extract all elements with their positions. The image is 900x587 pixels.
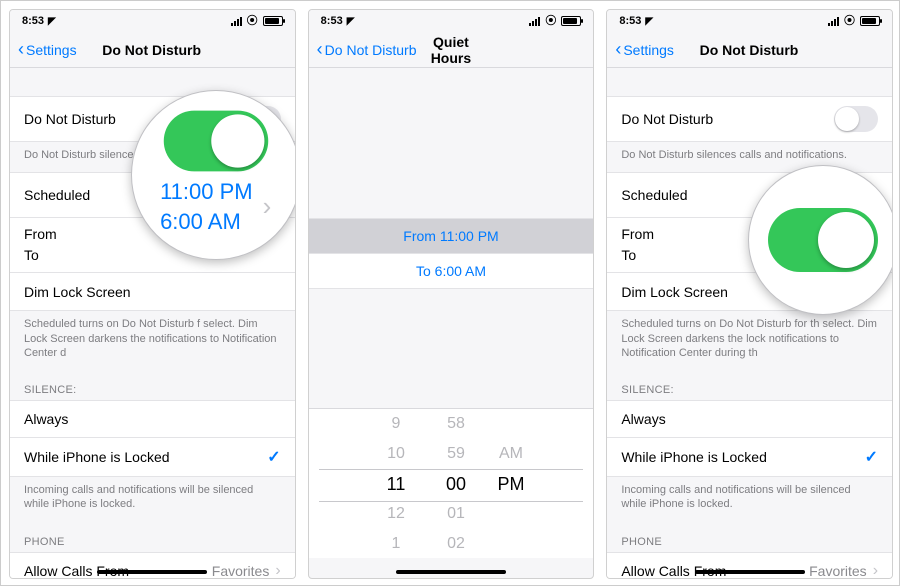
chevron-left-icon: ‹ [317,40,323,58]
allow-calls-value: Favorites [212,563,270,578]
from-time-label: From 11:00 PM [403,228,498,244]
wifi-icon: ⦿ [844,16,855,27]
dim-label: Dim Lock Screen [24,284,131,300]
silence-while-locked-row[interactable]: While iPhone is Locked ✓ [607,438,892,477]
while-locked-label: While iPhone is Locked [24,449,170,465]
magnified-scheduled-toggle [163,111,268,172]
silence-always-row[interactable]: Always [10,400,295,438]
dnd-label: Do Not Disturb [24,111,116,127]
cell-signal-icon [231,16,242,26]
page-title: Do Not Disturb [674,42,884,58]
to-label: To [621,245,636,266]
checkmark-icon: ✓ [865,447,878,467]
picker-ampm-column[interactable]: AM PM [486,408,536,558]
back-button[interactable]: ‹ Do Not Disturb [317,41,417,59]
location-icon: ◤ [48,16,56,27]
to-label: To [24,245,39,266]
dnd-toggle[interactable] [834,106,878,132]
page-title: Quiet Hours [416,34,585,66]
nav-bar: ‹ Settings Do Not Disturb [607,32,892,68]
to-time-row[interactable]: To 6:00 AM [309,254,594,289]
battery-icon [561,16,581,26]
dim-lock-screen-row[interactable]: Dim Lock Screen [10,273,295,311]
scheduled-label: Scheduled [24,187,90,203]
picker-hour-column[interactable]: 8 9 10 11 12 1 2 [366,408,426,558]
back-button[interactable]: ‹ Settings [18,41,77,59]
chevron-left-icon: ‹ [615,40,621,58]
magnified-times: 11:00 PM 6:00 AM › [160,177,271,236]
allow-calls-value: Favorites [809,563,867,578]
settings-list[interactable]: Do Not Disturb Do Not Disturb silences c… [607,68,892,578]
cell-signal-icon [529,16,540,26]
location-icon: ◤ [347,16,355,27]
back-button[interactable]: ‹ Settings [615,41,674,59]
status-bar: 8:53 ◤ ⦿ [607,10,892,32]
cell-signal-icon [828,16,839,26]
screen-quiet-hours: 8:53 ◤ ⦿ ‹ Do Not Disturb Quiet Hours Fr… [308,9,595,579]
chevron-right-icon: › [873,562,878,578]
dim-label: Dim Lock Screen [621,284,728,300]
nav-bar: ‹ Do Not Disturb Quiet Hours [309,32,594,68]
wifi-icon: ⦿ [247,16,258,27]
checkmark-icon: ✓ [267,447,280,467]
status-bar: 8:53 ◤ ⦿ [309,10,594,32]
always-label: Always [621,411,665,427]
dnd-footer: Do Not Disturb silences calls and notifi… [607,142,892,172]
chevron-right-icon: › [263,189,272,224]
magnified-to-time: 6:00 AM [160,207,253,237]
nav-bar: ‹ Settings Do Not Disturb [10,32,295,68]
magnifier-callout [748,165,893,315]
allow-calls-from-row[interactable]: Allow Calls From Favorites › [607,552,892,578]
wifi-icon: ⦿ [545,16,556,27]
home-indicator[interactable] [396,570,506,574]
scheduled-label: Scheduled [621,187,687,203]
home-indicator[interactable] [695,570,805,574]
magnified-from-time: 11:00 PM [160,177,253,207]
back-label: Settings [26,42,77,58]
chevron-right-icon: › [275,562,280,578]
phone-header: PHONE [10,522,295,552]
magnified-dim-toggle [768,208,878,272]
from-label: From [24,224,57,245]
dnd-label: Do Not Disturb [621,111,713,127]
dim-footer: Scheduled turns on Do Not Disturb f sele… [10,311,295,370]
screen-dnd-settings-1: 8:53 ◤ ⦿ ‹ Settings Do Not Disturb Do No… [9,9,296,579]
phone-header: PHONE [607,522,892,552]
silence-footer: Incoming calls and notifications will be… [607,477,892,522]
allow-calls-from-row[interactable]: Allow Calls From Favorites › [10,552,295,578]
location-icon: ◤ [645,16,653,27]
to-time-label: To 6:00 AM [416,263,486,279]
picker-minute-column[interactable]: 57 58 59 00 01 02 03 [426,408,486,558]
home-indicator[interactable] [97,570,207,574]
time-picker[interactable]: 8 9 10 11 12 1 2 57 58 59 00 01 02 03 AM… [309,408,594,558]
battery-icon [860,16,880,26]
silence-footer: Incoming calls and notifications will be… [10,477,295,522]
silence-header: SILENCE: [607,370,892,400]
silence-while-locked-row[interactable]: While iPhone is Locked ✓ [10,438,295,477]
battery-icon [263,16,283,26]
from-label: From [621,224,654,245]
status-time: 8:53 [321,15,343,27]
always-label: Always [24,411,68,427]
silence-always-row[interactable]: Always [607,400,892,438]
page-title: Do Not Disturb [77,42,287,58]
status-time: 8:53 [22,15,44,27]
magnifier-callout: 11:00 PM 6:00 AM › [131,90,296,260]
status-bar: 8:53 ◤ ⦿ [10,10,295,32]
from-time-row[interactable]: From 11:00 PM [309,218,594,254]
while-locked-label: While iPhone is Locked [621,449,767,465]
silence-header: SILENCE: [10,370,295,400]
status-time: 8:53 [619,15,641,27]
dim-footer: Scheduled turns on Do Not Disturb for th… [607,311,892,370]
back-label: Do Not Disturb [325,42,417,58]
chevron-left-icon: ‹ [18,40,24,58]
back-label: Settings [623,42,674,58]
screen-dnd-settings-2: 8:53 ◤ ⦿ ‹ Settings Do Not Disturb Do No… [606,9,893,579]
dnd-toggle-row[interactable]: Do Not Disturb [607,96,892,142]
